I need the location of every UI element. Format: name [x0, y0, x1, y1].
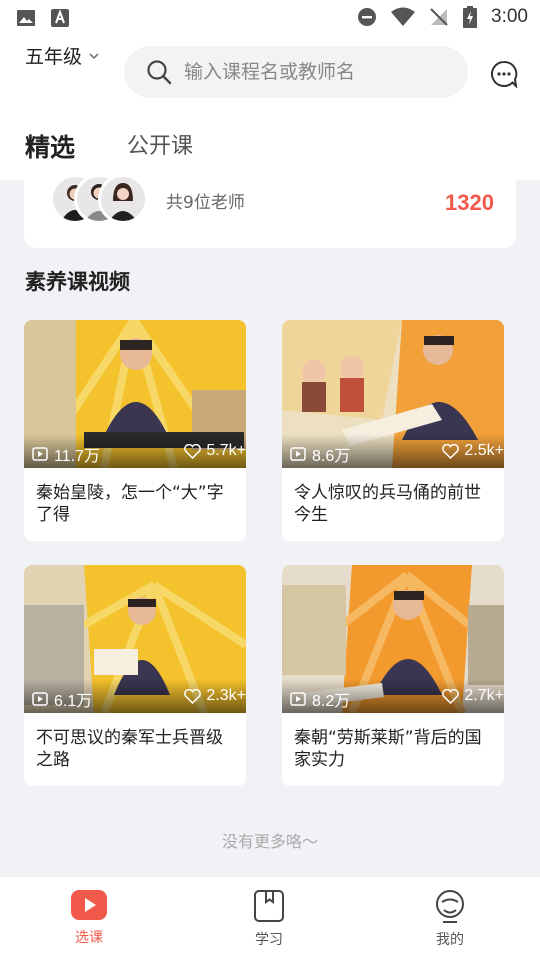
view-count: 8.6万	[312, 448, 351, 465]
nav-label: 我的	[436, 932, 464, 948]
header: 五年级 精选 公开课	[0, 36, 540, 180]
like-count: 2.7k+	[464, 687, 504, 704]
search-bar[interactable]	[124, 46, 468, 98]
nav-label: 选课	[75, 930, 103, 946]
battery-icon	[463, 6, 478, 28]
video-thumbnail: 6.1万 2.3k+	[24, 565, 246, 713]
view-count: 6.1万	[54, 693, 93, 710]
nav-label: 学习	[255, 932, 283, 948]
image-notification-icon	[17, 10, 35, 26]
play-icon	[71, 890, 107, 920]
video-card[interactable]: 8.2万 2.7k+ 秦朝“劳斯莱斯”背后的国家实力	[282, 565, 504, 786]
no-more-text: 没有更多咯〜	[221, 832, 318, 851]
search-icon	[147, 60, 172, 85]
view-count: 8.2万	[312, 693, 351, 710]
avatar	[98, 174, 148, 224]
no-signal-icon	[430, 8, 448, 26]
video-title: 不可思议的秦军士兵晋级之路	[36, 728, 223, 770]
views: 8.6万	[290, 442, 350, 466]
heart-icon	[442, 443, 460, 459]
message-icon[interactable]	[490, 60, 518, 88]
likes: 5.7k+	[184, 442, 246, 460]
play-count-icon	[290, 447, 306, 461]
like-count: 2.5k+	[464, 442, 504, 459]
teacher-number: 1320	[445, 190, 494, 215]
dnd-icon	[358, 8, 377, 26]
nav-study[interactable]: 学习	[229, 889, 309, 949]
play-count-icon	[32, 447, 48, 461]
like-count: 2.3k+	[206, 687, 246, 704]
video-thumbnail: 8.2万 2.7k+	[282, 565, 504, 713]
views: 8.2万	[290, 687, 350, 711]
view-count: 11.7万	[54, 448, 100, 465]
teacher-count: 共9位老师	[166, 193, 245, 213]
grade-label: 五年级	[25, 46, 83, 68]
status-bar: 3:00	[0, 0, 540, 36]
grade-selector[interactable]: 五年级	[25, 42, 100, 69]
wifi-icon	[391, 7, 416, 26]
bottom-nav: 选课 学习 我的	[0, 876, 540, 960]
chevron-down-icon	[89, 52, 99, 59]
teacher-card[interactable]: 共9位老师 1320	[24, 164, 516, 248]
teacher-avatars	[50, 174, 150, 224]
video-thumbnail: 11.7万 5.7k+	[24, 320, 246, 468]
clock: 3:00	[491, 6, 528, 27]
video-title: 秦朝“劳斯莱斯”背后的国家实力	[294, 728, 482, 770]
video-card[interactable]: 8.6万 2.5k+ 令人惊叹的兵马俑的前世今生	[282, 320, 504, 541]
like-count: 5.7k+	[206, 442, 246, 459]
profile-icon	[436, 890, 464, 923]
likes: 2.7k+	[442, 687, 504, 705]
likes: 2.3k+	[184, 687, 246, 705]
heart-icon	[184, 688, 202, 704]
video-stats: 8.6万 2.5k+	[282, 434, 504, 468]
video-stats: 6.1万 2.3k+	[24, 679, 246, 713]
video-card[interactable]: 6.1万 2.3k+ 不可思议的秦军士兵晋级之路	[24, 565, 246, 786]
video-card[interactable]: 11.7万 5.7k+ 秦始皇陵，怎一个“大”字了得	[24, 320, 246, 541]
video-title: 令人惊叹的兵马俑的前世今生	[294, 483, 481, 525]
likes: 2.5k+	[442, 442, 504, 460]
video-stats: 8.2万 2.7k+	[282, 679, 504, 713]
video-title: 秦始皇陵，怎一个“大”字了得	[36, 483, 224, 525]
video-thumbnail: 8.6万 2.5k+	[282, 320, 504, 468]
search-input[interactable]	[184, 61, 444, 83]
play-count-icon	[290, 692, 306, 706]
tab-public-course[interactable]: 公开课	[127, 128, 193, 160]
nav-course-select[interactable]: 选课	[49, 889, 129, 947]
section-title: 素养课视频	[25, 270, 130, 294]
nav-profile[interactable]: 我的	[410, 889, 490, 949]
tab-featured[interactable]: 精选	[25, 128, 75, 164]
play-count-icon	[32, 692, 48, 706]
heart-icon	[442, 688, 460, 704]
views: 6.1万	[32, 687, 92, 711]
book-icon	[254, 890, 284, 922]
video-stats: 11.7万 5.7k+	[24, 434, 246, 468]
font-notification-icon	[51, 9, 69, 27]
views: 11.7万	[32, 442, 100, 466]
heart-icon	[184, 443, 202, 459]
